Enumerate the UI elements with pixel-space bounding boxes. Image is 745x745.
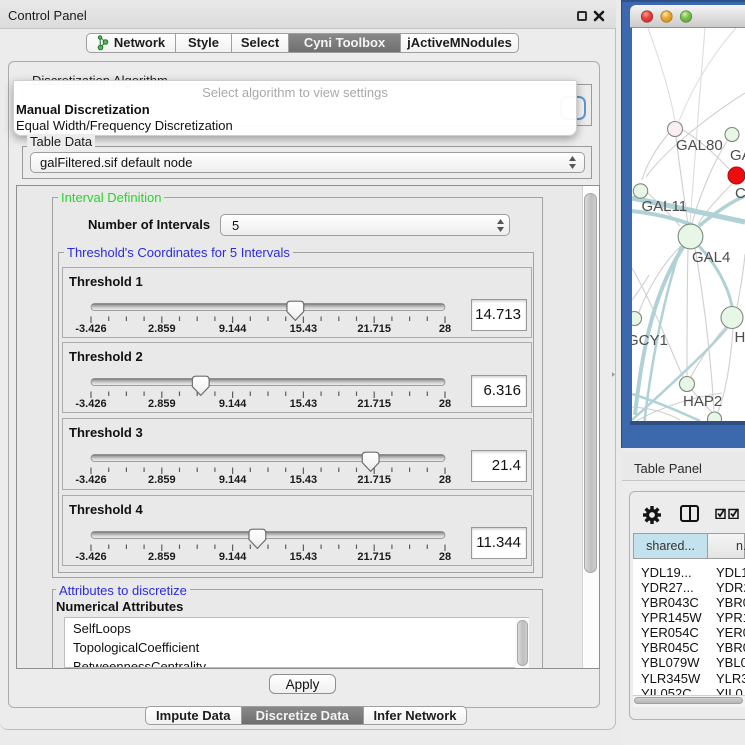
svg-text:21.715: 21.715 bbox=[357, 398, 391, 410]
svg-text:2.859: 2.859 bbox=[148, 323, 176, 335]
svg-text:HAP2: HAP2 bbox=[683, 393, 722, 410]
svg-text:15.43: 15.43 bbox=[290, 398, 318, 410]
svg-text:2.859: 2.859 bbox=[148, 551, 176, 563]
svg-text:HA: HA bbox=[735, 329, 745, 346]
svg-text:9.144: 9.144 bbox=[219, 474, 247, 486]
svg-text:GAL11: GAL11 bbox=[642, 198, 688, 215]
svg-text:GCY1: GCY1 bbox=[632, 332, 668, 349]
svg-text:9.144: 9.144 bbox=[219, 551, 247, 563]
svg-text:GAL1: GAL1 bbox=[730, 147, 745, 164]
svg-text:28: 28 bbox=[439, 474, 451, 486]
svg-text:21.715: 21.715 bbox=[357, 474, 391, 486]
svg-text:21.715: 21.715 bbox=[357, 323, 391, 335]
svg-text:CD: CD bbox=[735, 185, 745, 202]
svg-text:15.43: 15.43 bbox=[290, 474, 318, 486]
svg-text:2.859: 2.859 bbox=[148, 474, 176, 486]
svg-text:21.715: 21.715 bbox=[357, 551, 391, 563]
svg-text:-3.426: -3.426 bbox=[75, 474, 106, 486]
svg-text:-3.426: -3.426 bbox=[75, 323, 106, 335]
svg-text:28: 28 bbox=[439, 323, 451, 335]
svg-text:GAL4: GAL4 bbox=[692, 249, 730, 266]
svg-text:-3.426: -3.426 bbox=[75, 551, 106, 563]
svg-text:9.144: 9.144 bbox=[219, 398, 247, 410]
svg-text:28: 28 bbox=[439, 551, 451, 563]
svg-text:2.859: 2.859 bbox=[148, 398, 176, 410]
svg-text:-3.426: -3.426 bbox=[75, 398, 106, 410]
svg-text:15.43: 15.43 bbox=[290, 323, 318, 335]
svg-text:GAL80: GAL80 bbox=[676, 137, 723, 154]
svg-text:15.43: 15.43 bbox=[290, 551, 318, 563]
svg-text:28: 28 bbox=[439, 398, 451, 410]
svg-text:9.144: 9.144 bbox=[219, 323, 247, 335]
